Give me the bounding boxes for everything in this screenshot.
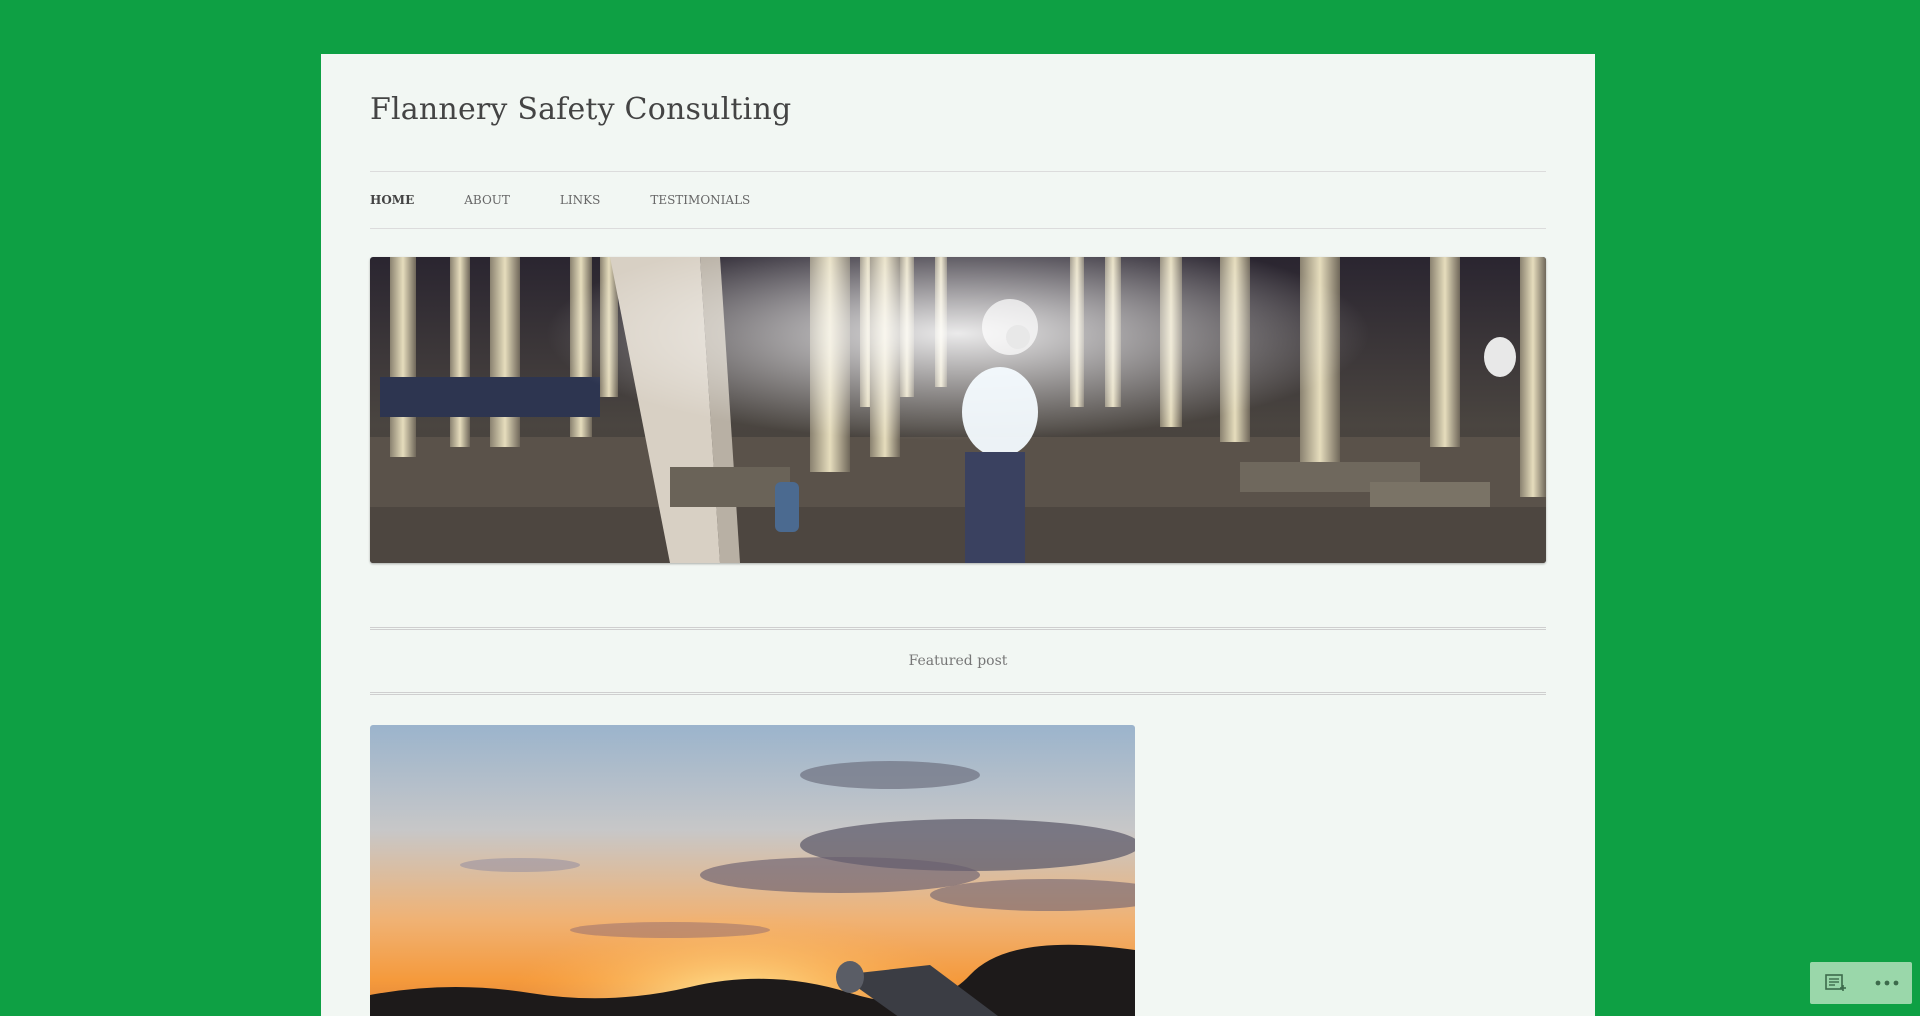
page-container: Flannery Safety Consulting HOME ABOUT LI… <box>321 54 1595 1016</box>
nav-item-links[interactable]: LINKS <box>560 193 600 207</box>
header-photo <box>370 257 1546 563</box>
featured-post-label: Featured post <box>908 653 1008 669</box>
featured-photo <box>370 725 1135 1016</box>
site-title[interactable]: Flannery Safety Consulting <box>370 92 1546 127</box>
nav-item-testimonials[interactable]: TESTIMONIALS <box>650 193 750 207</box>
header-image[interactable] <box>370 257 1546 563</box>
nav-item-about[interactable]: ABOUT <box>464 193 510 207</box>
reader-icon[interactable] <box>1816 965 1856 1001</box>
more-icon[interactable] <box>1867 965 1907 1001</box>
main-navigation: HOME ABOUT LINKS TESTIMONIALS <box>370 171 1546 229</box>
featured-post-header: Featured post <box>370 627 1546 695</box>
floating-action-widget <box>1810 962 1912 1004</box>
nav-item-home[interactable]: HOME <box>370 193 414 207</box>
featured-post-image[interactable] <box>370 725 1135 1016</box>
